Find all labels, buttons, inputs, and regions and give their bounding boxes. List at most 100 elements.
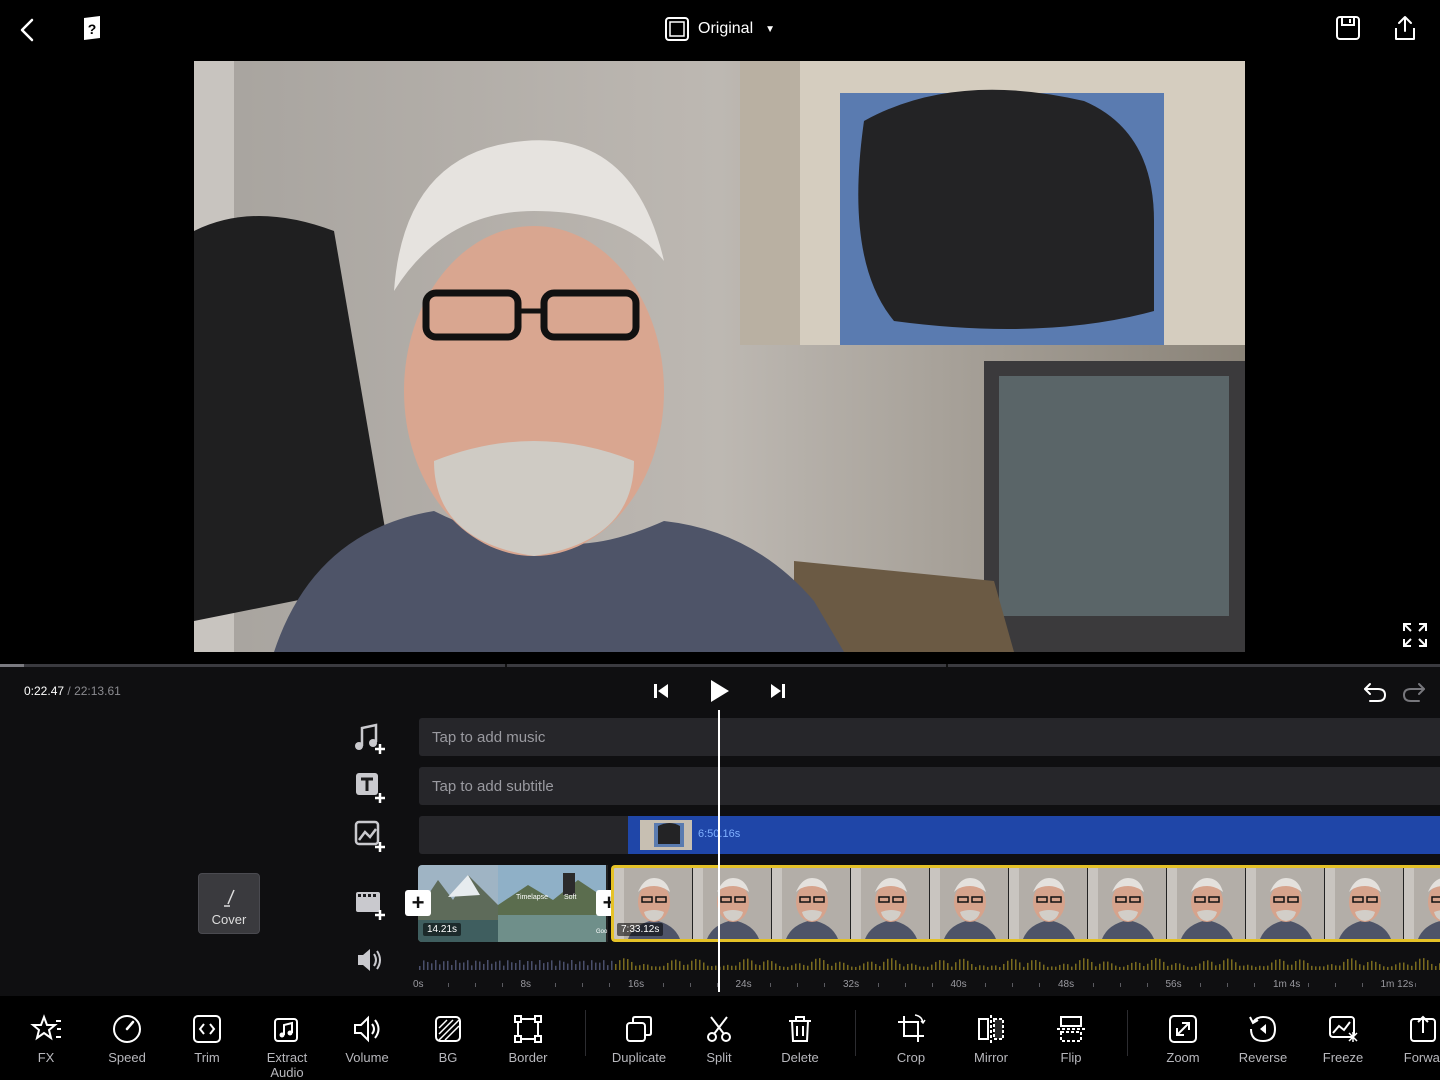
back-button[interactable] xyxy=(12,14,44,46)
toolbar-divider xyxy=(1127,1010,1128,1056)
ruler-tick xyxy=(1012,983,1014,987)
reverse-icon xyxy=(1247,1013,1279,1045)
pen-icon xyxy=(224,889,235,907)
ruler-label: 32s xyxy=(843,979,860,990)
aspect-ratio-icon xyxy=(665,17,689,41)
clip-frame xyxy=(1404,868,1440,939)
clip-frame xyxy=(1009,868,1088,939)
tool-reverse-button[interactable]: Reverse xyxy=(1223,996,1303,1080)
video-preview[interactable] xyxy=(194,61,1245,652)
ruler-label: 56s xyxy=(1165,979,1182,990)
tool-duplicate-button[interactable]: Duplicate xyxy=(599,996,679,1080)
undo-icon xyxy=(1364,683,1387,702)
tool-mirror-button[interactable]: Mirror xyxy=(951,996,1031,1080)
clip-main-selected[interactable]: 7:33.12s xyxy=(611,865,1440,942)
play-button[interactable] xyxy=(702,674,736,708)
cover-label: Cover xyxy=(211,912,247,927)
ruler-tick xyxy=(1361,983,1363,987)
video-frame-image xyxy=(194,61,1245,652)
undo-button[interactable] xyxy=(1360,676,1390,706)
music-track[interactable]: Tap to add music xyxy=(419,718,1440,756)
zoom-icon xyxy=(1167,1013,1199,1045)
expand-icon xyxy=(1403,623,1427,647)
play-icon xyxy=(711,680,729,702)
add-overlay-button[interactable] xyxy=(352,818,388,854)
skip-forward-button[interactable] xyxy=(765,678,791,704)
ruler-tick xyxy=(1334,983,1336,987)
tool-speed-button[interactable]: Speed xyxy=(87,996,167,1080)
time-separator: / xyxy=(67,684,71,698)
playhead[interactable] xyxy=(718,710,720,992)
ruler-tick xyxy=(985,983,987,987)
film-add-icon xyxy=(356,892,385,920)
scrub-marker xyxy=(946,664,948,667)
ruler-tick xyxy=(609,983,611,987)
bottom-toolbar: FX Speed Trim Extract Audio Volume BG Border Du… xyxy=(0,996,1440,1080)
timeline-ruler: 0s 8s 16s 24s 32s 40s 48s 56s 1m 4s 1m 12s xyxy=(410,978,1440,992)
toolbar-divider xyxy=(855,1010,856,1056)
redo-icon xyxy=(1402,683,1425,702)
background-icon xyxy=(432,1013,464,1045)
scrub-bar[interactable] xyxy=(0,664,1440,667)
chevron-left-icon xyxy=(20,18,34,42)
clip-frame xyxy=(930,868,1009,939)
time-display: 0:22.47 / 22:13.61 xyxy=(24,684,121,698)
ruler-label: 16s xyxy=(628,979,645,990)
scrub-progress xyxy=(0,664,25,667)
aspect-ratio-dropdown[interactable]: Original ▼ xyxy=(664,16,775,42)
tool-volume-button[interactable]: Volume xyxy=(327,996,407,1080)
clip-frame xyxy=(1246,868,1325,939)
ruler-label: 1m 4s xyxy=(1273,979,1301,990)
save-button[interactable] xyxy=(1332,12,1364,44)
tool-crop-button[interactable]: Crop xyxy=(871,996,951,1080)
add-clip-button[interactable] xyxy=(352,886,388,922)
tool-trim-button[interactable]: Trim xyxy=(167,996,247,1080)
ruler-tick xyxy=(474,983,476,987)
help-button[interactable]: ? xyxy=(76,12,108,44)
clip-frame xyxy=(851,868,930,939)
audio-mute-button[interactable] xyxy=(352,942,388,978)
tool-flip-button[interactable]: Flip xyxy=(1031,996,1111,1080)
border-icon xyxy=(512,1013,544,1045)
tool-label: Trim xyxy=(194,1050,220,1065)
tool-zoom-button[interactable]: Zoom xyxy=(1143,996,1223,1080)
current-time: 0:22.47 xyxy=(24,684,65,698)
forward-icon xyxy=(1408,1013,1440,1045)
help-book-icon: ? xyxy=(84,16,100,40)
duplicate-icon xyxy=(623,1013,655,1045)
tool-label: Flip xyxy=(1060,1050,1082,1065)
redo-button[interactable] xyxy=(1399,676,1429,706)
clip-caption: Goo xyxy=(596,929,608,935)
clip-frame xyxy=(1088,868,1167,939)
skip-back-button[interactable] xyxy=(648,678,674,704)
flip-icon xyxy=(1055,1013,1087,1045)
ruler-tick xyxy=(931,983,933,987)
export-button[interactable] xyxy=(1389,12,1421,44)
tool-label: Extract Audio xyxy=(266,1050,308,1080)
tool-label: Forwar xyxy=(1403,1050,1440,1065)
clip-duration: 14.21s xyxy=(423,923,462,936)
cover-button[interactable]: Cover xyxy=(198,873,260,934)
tool-bg-button[interactable]: BG xyxy=(408,996,488,1080)
subtitle-track[interactable]: Tap to add subtitle xyxy=(419,767,1440,805)
add-transition-button[interactable]: + xyxy=(405,890,431,916)
tool-freeze-button[interactable]: Freeze xyxy=(1303,996,1383,1080)
clip-frame xyxy=(1325,868,1404,939)
tool-fx-button[interactable]: FX xyxy=(6,996,86,1080)
clip-timelapse[interactable]: Timelapse Soft Goo xyxy=(498,865,608,942)
tool-border-button[interactable]: Border xyxy=(488,996,568,1080)
tool-split-button[interactable]: Split xyxy=(679,996,759,1080)
clip-frame xyxy=(772,868,851,939)
add-music-button[interactable] xyxy=(352,720,388,756)
add-text-button[interactable] xyxy=(352,769,388,805)
tool-delete-button[interactable]: Delete xyxy=(760,996,840,1080)
skip-back-icon xyxy=(654,684,668,698)
tool-forward-button[interactable]: Forwar xyxy=(1384,996,1440,1080)
ruler-tick xyxy=(501,983,503,987)
overlay-clip[interactable]: 6:50.16s xyxy=(628,816,1440,854)
tool-extract-audio-button[interactable]: Extract Audio xyxy=(247,996,327,1080)
ruler-tick xyxy=(1307,983,1309,987)
ruler-tick xyxy=(689,983,691,987)
fullscreen-button[interactable] xyxy=(1400,620,1430,650)
ruler-tick xyxy=(555,983,557,987)
